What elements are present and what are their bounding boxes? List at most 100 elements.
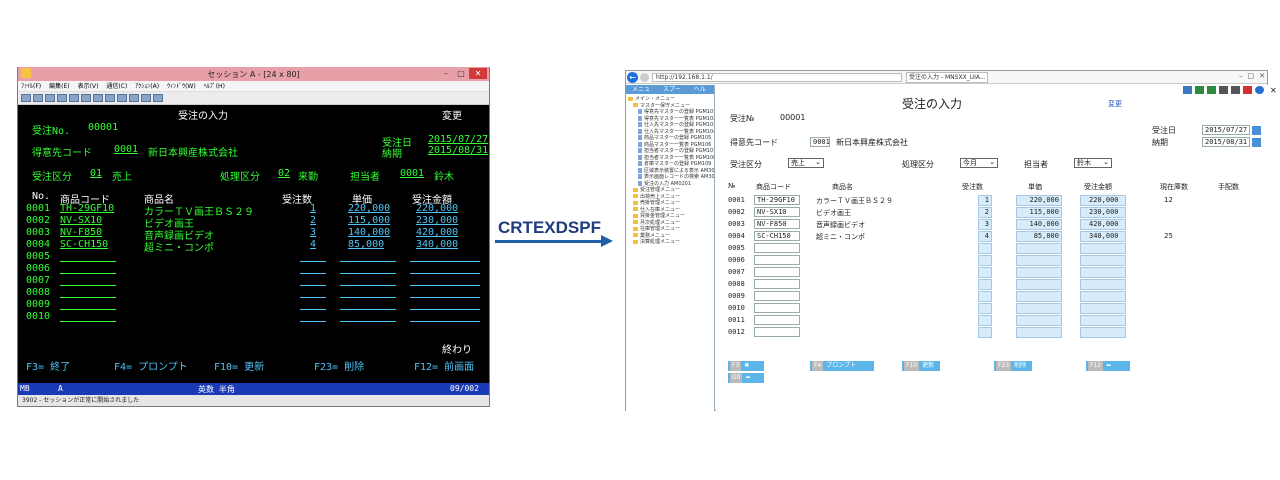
row-price-input[interactable] [1016,291,1062,302]
delivery-date-input[interactable]: 2015/08/31 [1202,137,1250,147]
row-amount-input[interactable] [1080,327,1126,338]
customer-code-input[interactable]: 0001 [810,137,830,147]
row-price-input[interactable] [1016,255,1062,266]
toolbar-icon[interactable] [69,94,79,102]
row-price-input[interactable]: 115,000 [1016,207,1062,218]
row-qty-input[interactable] [978,267,992,278]
row-code[interactable]: NV-SX10 [60,215,102,226]
row-code-input[interactable] [754,255,800,265]
menu-window[interactable]: ｳｨﾝﾄﾞｳ(W) [167,81,196,91]
maximize-icon[interactable]: □ [1248,72,1255,80]
excel-icon[interactable] [1195,86,1204,94]
row-amount-input[interactable] [1080,315,1126,326]
row-price-input[interactable] [1016,243,1062,254]
row-amount[interactable]: 230,000 [416,215,458,226]
proc-code[interactable]: 02 [278,168,290,179]
row-price-input[interactable]: 220,000 [1016,195,1062,206]
row-price-input[interactable] [1016,267,1062,278]
proc-select[interactable]: 今月 [960,158,998,168]
row-qty-field[interactable] [300,321,326,322]
toolbar-icon[interactable] [93,94,103,102]
row-amount-input[interactable] [1080,243,1126,254]
row-code-field[interactable] [60,273,116,274]
row-qty-input[interactable] [978,315,992,326]
menu-action[interactable]: ｱｸｼｮﾝ(A) [135,81,159,91]
row-qty-input[interactable] [978,255,992,266]
row-price-field[interactable] [340,273,396,274]
fkey-f3[interactable]: F3= 終了 [26,358,70,373]
row-qty[interactable]: 2 [310,215,316,226]
row-qty-input[interactable] [978,243,992,254]
row-price-field[interactable] [340,285,396,286]
row-price[interactable]: 85,000 [348,239,384,250]
minimize-icon[interactable]: – [439,68,453,79]
row-qty-field[interactable] [300,285,326,286]
help-icon[interactable] [1255,86,1264,94]
row-amount-input[interactable] [1080,303,1126,314]
row-amount-field[interactable] [410,285,480,286]
row-code-input[interactable] [754,279,800,289]
toolbar-icon[interactable] [105,94,115,102]
toolbar-icon[interactable] [33,94,43,102]
fkey-f23[interactable]: F23= 削除 [314,358,364,373]
row-price-input[interactable] [1016,315,1062,326]
row-qty-input[interactable] [978,303,992,314]
back-icon[interactable]: ← [627,72,638,83]
row-amount[interactable]: 340,000 [416,239,458,250]
toolbar-icon[interactable] [117,94,127,102]
browser-tab[interactable]: 受注の入力 - MNSXX_UIA... [906,72,988,83]
row-price[interactable]: 140,000 [348,227,390,238]
row-code[interactable]: SC-CH150 [60,239,108,250]
row-amount-input[interactable] [1080,255,1126,266]
row-amount-field[interactable] [410,309,480,310]
row-code-input[interactable]: NV-SX10 [754,207,800,217]
row-code-field[interactable] [60,285,116,286]
staff-select[interactable]: 鈴木 [1074,158,1112,168]
order-date-input[interactable]: 2015/07/27 [1202,125,1250,135]
row-amount-input[interactable] [1080,291,1126,302]
row-price[interactable]: 115,000 [348,215,390,226]
row-qty-input[interactable]: 3 [978,219,992,230]
row-amount-input[interactable]: 420,000 [1080,219,1126,230]
row-qty[interactable]: 3 [310,227,316,238]
row-amount-field[interactable] [410,261,480,262]
fkey-f4[interactable]: F4= プロンプト [114,358,188,373]
staff-code[interactable]: 0001 [400,168,424,179]
toolbar-icon[interactable] [129,94,139,102]
row-code-input[interactable]: TH-29GF10 [754,195,800,205]
row-qty-input[interactable]: 4 [978,231,992,242]
print-icon[interactable] [1219,86,1228,94]
fkey-f12[interactable]: F12= 前画面 [414,358,474,373]
g0-forward-button[interactable]: G0 ➡ [728,373,764,383]
order-type-select[interactable]: 売上 [788,158,824,168]
row-qty-input[interactable] [978,291,992,302]
row-price-input[interactable] [1016,279,1062,290]
row-code-field[interactable] [60,261,116,262]
row-amount-input[interactable]: 340,000 [1080,231,1126,242]
row-price-input[interactable] [1016,303,1062,314]
row-qty[interactable]: 4 [310,239,316,250]
row-price[interactable]: 220,000 [348,203,390,214]
f4-prompt-button[interactable]: F4 プロンプト [810,361,874,371]
row-qty-field[interactable] [300,309,326,310]
customer-code[interactable]: 0001 [114,144,138,155]
tree-item[interactable]: 決算処理メニュー [628,239,712,246]
row-amount-field[interactable] [410,297,480,298]
row-qty-input[interactable]: 1 [978,195,992,206]
word-icon[interactable] [1183,86,1192,94]
close-icon[interactable]: ✕ [1270,86,1277,95]
row-price-input[interactable] [1016,327,1062,338]
f12-back-button[interactable]: F12 ⬅ [1086,361,1130,371]
row-code-field[interactable] [60,309,116,310]
calendar-icon[interactable] [1252,126,1261,135]
row-qty-field[interactable] [300,297,326,298]
row-code[interactable]: NV-F850 [60,227,102,238]
sidebar-tab-spool[interactable]: スプール [657,85,688,102]
csv-icon[interactable] [1207,86,1216,94]
row-price-field[interactable] [340,321,396,322]
row-code-input[interactable] [754,267,800,277]
row-amount-field[interactable] [410,321,480,322]
sidebar-tab-help[interactable]: ヘルプ [688,85,714,102]
menu-edit[interactable]: 編集(E) [49,81,69,91]
forward-icon[interactable] [640,73,649,82]
